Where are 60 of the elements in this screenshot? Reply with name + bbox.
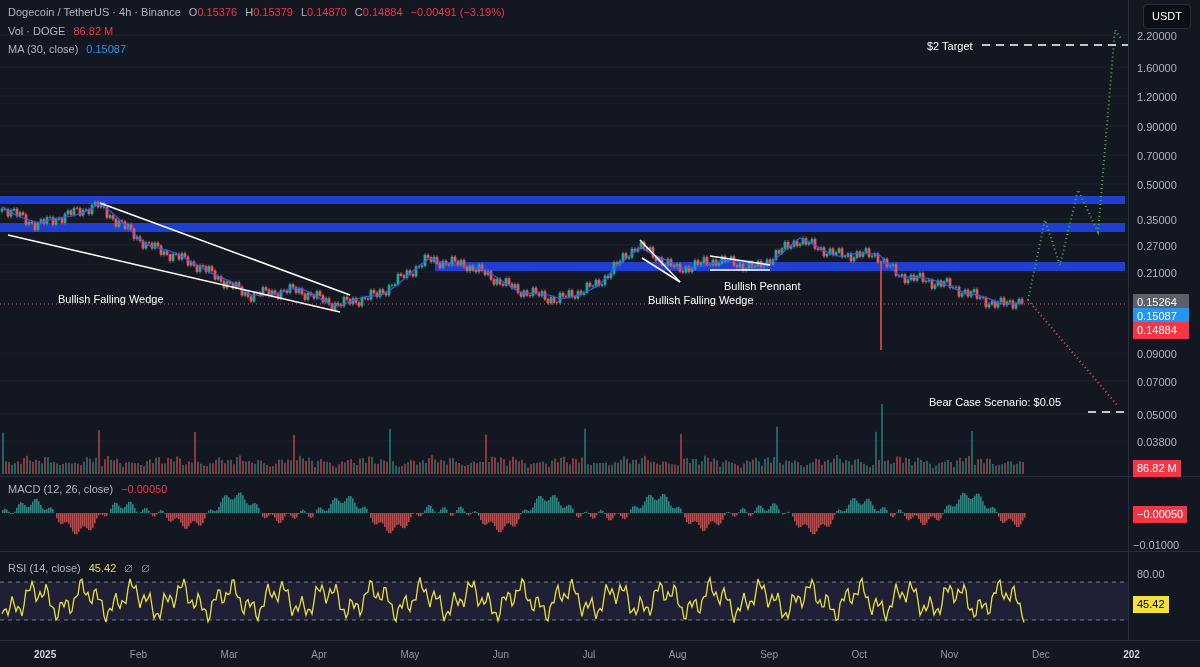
- legend-value: 0.14870: [307, 5, 347, 20]
- time-axis-label: 202: [1123, 647, 1140, 662]
- volume-legend: Vol · DOGE: [8, 22, 66, 39]
- ohlc-key: O: [188, 4, 198, 21]
- axis-label: 0.05000: [1137, 408, 1177, 423]
- time-axis-label: Sep: [760, 647, 778, 662]
- axis-label: 0.35000: [1137, 213, 1177, 228]
- axis-label: 1.20000: [1137, 90, 1177, 105]
- volume-price-label: 86.82 M: [1133, 460, 1181, 477]
- time-axis-label: 2025: [34, 647, 57, 662]
- axis-label: 80.00: [1137, 567, 1165, 582]
- legend-value: −0.00491 (−3.19%): [410, 5, 505, 20]
- axis-label: 0.07000: [1137, 375, 1177, 390]
- wedge-trendlines: [639, 239, 681, 283]
- chart-annotation: Bear Case Scenario: $0.05: [929, 395, 1062, 410]
- time-axis-label: Dec: [1031, 647, 1050, 662]
- pennant-trendlines: [709, 255, 771, 271]
- axis-label: −0.01000: [1133, 538, 1180, 553]
- axis-label: 0.03800: [1137, 435, 1177, 450]
- axis-label: 2.20000: [1137, 29, 1177, 44]
- ma-legend: MA (30, close): [8, 41, 79, 58]
- time-axis-label: Jun: [492, 647, 509, 662]
- chart-annotation: Bullish Falling Wedge: [58, 292, 164, 307]
- time-axis-label: Oct: [851, 647, 868, 662]
- rsi-price-label: 45.42: [1133, 596, 1169, 613]
- macd-price-label: −0.00050: [1133, 506, 1188, 523]
- axis-label: 0.90000: [1137, 120, 1177, 135]
- macd-legend: MACD (12, 26, close): [8, 481, 114, 498]
- time-axis-label: Apr: [311, 647, 327, 662]
- legend-value: 86.82 M: [73, 23, 114, 39]
- axis-label: 0.50000: [1137, 178, 1177, 193]
- legend-value: 0.15379: [253, 5, 293, 20]
- rsi-legend: RSI (14, close): [8, 560, 81, 577]
- time-axis-label: Feb: [129, 647, 147, 662]
- time-axis-label: Mar: [220, 647, 238, 662]
- time-axis-label: Jul: [582, 647, 596, 662]
- axis-label: 0.27000: [1137, 239, 1177, 254]
- ohlc-key: L: [300, 4, 307, 21]
- symbol-title: Dogecoin / TetherUS · 4h · Binance: [8, 5, 181, 20]
- legend-value: −0.00050: [121, 482, 168, 497]
- axis-label: 0.70000: [1137, 149, 1177, 164]
- time-axis-label: Aug: [668, 647, 687, 662]
- currency-button[interactable]: USDT: [1143, 4, 1191, 29]
- axis-label: 0.09000: [1137, 347, 1177, 362]
- chart-annotation: $2 Target: [927, 39, 973, 54]
- slashed-circle-icon: [124, 563, 134, 573]
- legend-value: 0.15376: [197, 5, 238, 20]
- axis-label: 1.60000: [1137, 61, 1177, 76]
- legend-value: 45.42: [88, 561, 117, 576]
- chart-annotation: Bullish Pennant: [724, 279, 801, 294]
- ohlc-key: H: [245, 4, 254, 21]
- axis-label: 0.21000: [1137, 266, 1177, 281]
- time-axis-label: May: [400, 647, 420, 662]
- price-label: 0.14884: [1133, 322, 1189, 339]
- legend-value: 0.15087: [86, 42, 127, 57]
- slashed-circle-icon: [141, 563, 151, 573]
- time-axis-label: Nov: [940, 647, 959, 662]
- ohlc-key: C: [354, 4, 363, 21]
- legend-value: 0.14884: [362, 5, 403, 20]
- chart-annotation: Bullish Falling Wedge: [648, 293, 754, 308]
